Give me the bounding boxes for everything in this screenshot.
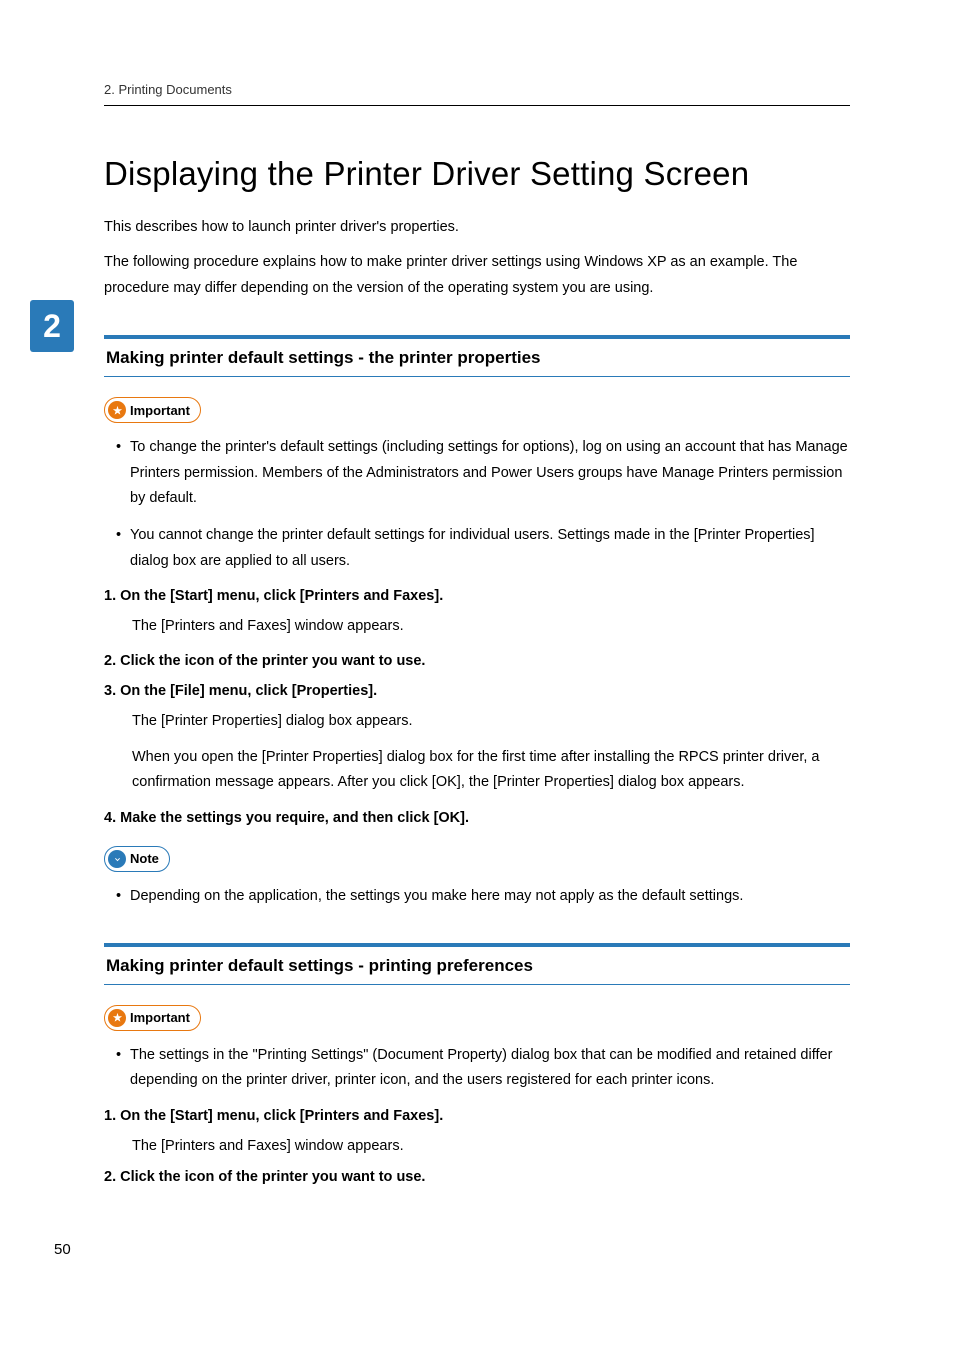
- intro-paragraph: The following procedure explains how to …: [104, 250, 850, 301]
- section-heading: Making printer default settings - the pr…: [104, 335, 850, 377]
- step-heading: 1. On the [Start] menu, click [Printers …: [104, 588, 850, 604]
- page-content: Displaying the Printer Driver Setting Sc…: [104, 155, 850, 1195]
- page-number: 50: [54, 1241, 71, 1258]
- chapter-number: 2: [43, 308, 61, 345]
- important-label: Important: [130, 1010, 190, 1025]
- important-label: Important: [130, 403, 190, 418]
- step-body: When you open the [Printer Properties] d…: [104, 745, 850, 796]
- list-item: The settings in the "Printing Settings" …: [116, 1043, 850, 1094]
- step-body: The [Printers and Faxes] window appears.: [104, 1134, 850, 1159]
- note-label: Note: [130, 851, 159, 866]
- page-title: Displaying the Printer Driver Setting Sc…: [104, 155, 850, 193]
- intro-paragraph: This describes how to launch printer dri…: [104, 215, 850, 240]
- step-body: The [Printer Properties] dialog box appe…: [104, 709, 850, 734]
- section-heading: Making printer default settings - printi…: [104, 943, 850, 985]
- important-callout: Important: [104, 397, 201, 423]
- star-icon: [108, 401, 126, 419]
- note-callout: Note: [104, 846, 170, 872]
- important-list: To change the printer's default settings…: [104, 435, 850, 574]
- step-heading: 2. Click the icon of the printer you wan…: [104, 653, 850, 669]
- step-heading: 4. Make the settings you require, and th…: [104, 810, 850, 826]
- page-header: 2. Printing Documents: [104, 82, 850, 106]
- chapter-tab: 2: [30, 300, 74, 352]
- down-arrow-icon: [108, 850, 126, 868]
- step-body: The [Printers and Faxes] window appears.: [104, 614, 850, 639]
- step-heading: 1. On the [Start] menu, click [Printers …: [104, 1108, 850, 1124]
- note-list: Depending on the application, the settin…: [104, 884, 850, 909]
- breadcrumb: 2. Printing Documents: [104, 82, 232, 97]
- list-item: To change the printer's default settings…: [116, 435, 850, 511]
- important-list: The settings in the "Printing Settings" …: [104, 1043, 850, 1094]
- star-icon: [108, 1009, 126, 1027]
- step-heading: 3. On the [File] menu, click [Properties…: [104, 683, 850, 699]
- list-item: Depending on the application, the settin…: [116, 884, 850, 909]
- important-callout: Important: [104, 1005, 201, 1031]
- step-heading: 2. Click the icon of the printer you wan…: [104, 1169, 850, 1185]
- list-item: You cannot change the printer default se…: [116, 523, 850, 574]
